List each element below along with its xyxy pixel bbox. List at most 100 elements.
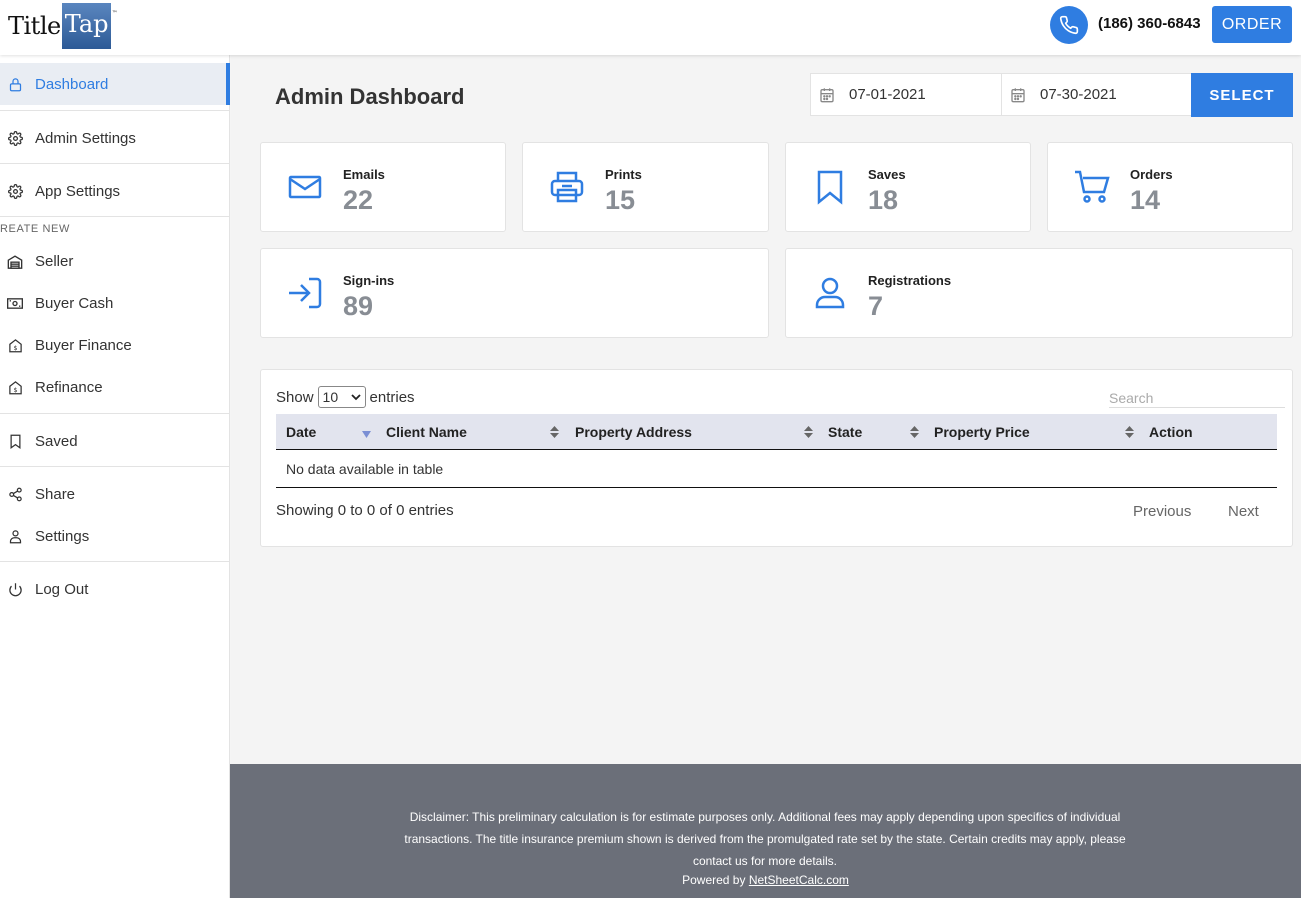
sidebar-item-settings[interactable]: Settings (0, 515, 230, 557)
order-button[interactable]: ORDER (1212, 6, 1292, 43)
entries-label: entries (369, 388, 415, 406)
column-header-client-name[interactable]: Client Name (386, 414, 467, 450)
user-icon (7, 528, 23, 544)
page-title: Admin Dashboard (275, 84, 465, 109)
powered-by: Powered by NetSheetCalc.com (230, 873, 1301, 887)
entries-select[interactable]: 10 (317, 386, 366, 408)
sidebar-item-admin-settings[interactable]: Admin Settings (0, 117, 230, 159)
phone-number[interactable]: (186) 360-6843 (1098, 15, 1201, 32)
sidebar-item-label: Share (35, 485, 76, 503)
stat-card-registrations: Registrations 7 (785, 248, 1293, 338)
table-header: Date Client Name Property Address State … (276, 414, 1277, 450)
logo-tap-text: Tap (61, 3, 111, 49)
next-page-button[interactable]: Next (1228, 503, 1259, 520)
date-to-value: 07-30-2021 (1040, 86, 1117, 103)
date-from-field[interactable]: 07-01-2021 (810, 73, 1002, 116)
top-header: Title Tap ™ (186) 360-6843 ORDER (0, 0, 1301, 55)
share-icon (7, 486, 23, 502)
gear-icon (7, 183, 23, 199)
stat-card-emails: Emails 22 (260, 142, 506, 232)
cart-icon (1075, 170, 1110, 203)
date-from-value: 07-01-2021 (849, 86, 926, 103)
sort-icon (1125, 426, 1134, 438)
date-to-field[interactable]: 07-30-2021 (1001, 73, 1192, 116)
column-header-state[interactable]: State (828, 414, 862, 450)
stat-label: Emails (343, 167, 385, 182)
column-header-date[interactable]: Date (286, 414, 316, 450)
select-button[interactable]: SELECT (1191, 73, 1293, 117)
stat-card-prints: Prints 15 (522, 142, 769, 232)
previous-page-button[interactable]: Previous (1133, 503, 1191, 520)
sidebar-item-label: App Settings (35, 182, 121, 200)
user-icon (815, 277, 845, 309)
sidebar-divider (0, 466, 230, 467)
refinance-icon: $ (7, 379, 23, 395)
lock-icon (7, 76, 23, 92)
bookmark-icon (817, 170, 843, 205)
svg-text:$: $ (13, 344, 17, 351)
stat-value: 15 (605, 185, 636, 215)
printer-icon (550, 171, 584, 203)
sidebar-item-buyer-finance[interactable]: $ Buyer Finance (0, 326, 230, 364)
finance-icon: $ (7, 337, 23, 353)
sort-icon (910, 426, 919, 438)
stat-label: Registrations (868, 273, 952, 288)
sidebar-item-seller[interactable]: Seller (0, 242, 230, 280)
logo-trademark: ™ (111, 10, 118, 17)
sort-desc-icon (362, 431, 371, 438)
column-header-action: Action (1149, 424, 1193, 440)
footer: Disclaimer: This preliminary calculation… (230, 764, 1301, 898)
stat-label: Prints (605, 167, 642, 182)
sign-in-icon (289, 277, 322, 309)
sidebar-item-refinance[interactable]: $ Refinance (0, 368, 230, 406)
stat-value: 14 (1130, 185, 1161, 215)
netsheetcalc-link[interactable]: NetSheetCalc.com (749, 873, 849, 887)
phone-icon[interactable] (1050, 6, 1088, 44)
svg-text:$: $ (13, 386, 17, 393)
stat-label: Orders (1130, 167, 1173, 182)
sidebar-divider (0, 216, 230, 217)
chevron-down-icon (350, 393, 361, 400)
sidebar-divider (0, 110, 230, 111)
sidebar-item-label: Buyer Cash (35, 294, 114, 312)
disclaimer-text: Disclaimer: This preliminary calculation… (404, 810, 1126, 868)
sidebar-item-label: Refinance (35, 378, 103, 396)
sidebar-divider (0, 561, 230, 562)
sidebar-item-log-out[interactable]: Log Out (0, 568, 230, 610)
sidebar-item-label: Log Out (35, 580, 89, 598)
sidebar-item-label: Buyer Finance (35, 336, 132, 354)
stat-value: 7 (868, 291, 884, 321)
calendar-icon (820, 87, 834, 102)
sidebar-item-app-settings[interactable]: App Settings (0, 170, 230, 212)
sidebar: Dashboard Admin Settings App Settings RE… (0, 55, 230, 898)
stat-value: 22 (343, 185, 374, 215)
cash-icon (7, 295, 23, 311)
entries-table-card: Show 10 entries Date Client Name Propert… (260, 369, 1293, 547)
show-label: Show (276, 388, 314, 406)
building-icon (7, 253, 23, 269)
sidebar-item-buyer-cash[interactable]: Buyer Cash (0, 284, 230, 322)
stat-value: 89 (343, 291, 374, 321)
stat-card-orders: Orders 14 (1047, 142, 1293, 232)
column-header-property-address[interactable]: Property Address (575, 414, 692, 450)
stat-value: 18 (868, 185, 899, 215)
search-input[interactable] (1109, 388, 1285, 408)
sidebar-item-share[interactable]: Share (0, 473, 230, 515)
sidebar-item-label: Saved (35, 432, 78, 450)
sidebar-item-label: Seller (35, 252, 74, 270)
column-header-property-price[interactable]: Property Price (934, 414, 1030, 450)
table-bottom-border (276, 487, 1277, 488)
sidebar-item-dashboard[interactable]: Dashboard (0, 63, 230, 105)
sidebar-item-label: Settings (35, 527, 90, 545)
powered-by-label: Powered by (682, 873, 746, 887)
entries-select-value: 10 (322, 389, 339, 405)
sidebar-item-saved[interactable]: Saved (0, 420, 230, 462)
stat-label: Saves (868, 167, 906, 182)
main-content: Admin Dashboard 07-01-2021 07-30-2021 SE… (231, 55, 1301, 764)
titletap-logo[interactable]: Title Tap ™ (8, 2, 118, 50)
stat-card-saves: Saves 18 (785, 142, 1031, 232)
gear-icon (7, 130, 23, 146)
table-info: Showing 0 to 0 of 0 entries (276, 502, 454, 519)
sort-icon (550, 426, 559, 438)
sidebar-item-label: Admin Settings (35, 129, 136, 147)
